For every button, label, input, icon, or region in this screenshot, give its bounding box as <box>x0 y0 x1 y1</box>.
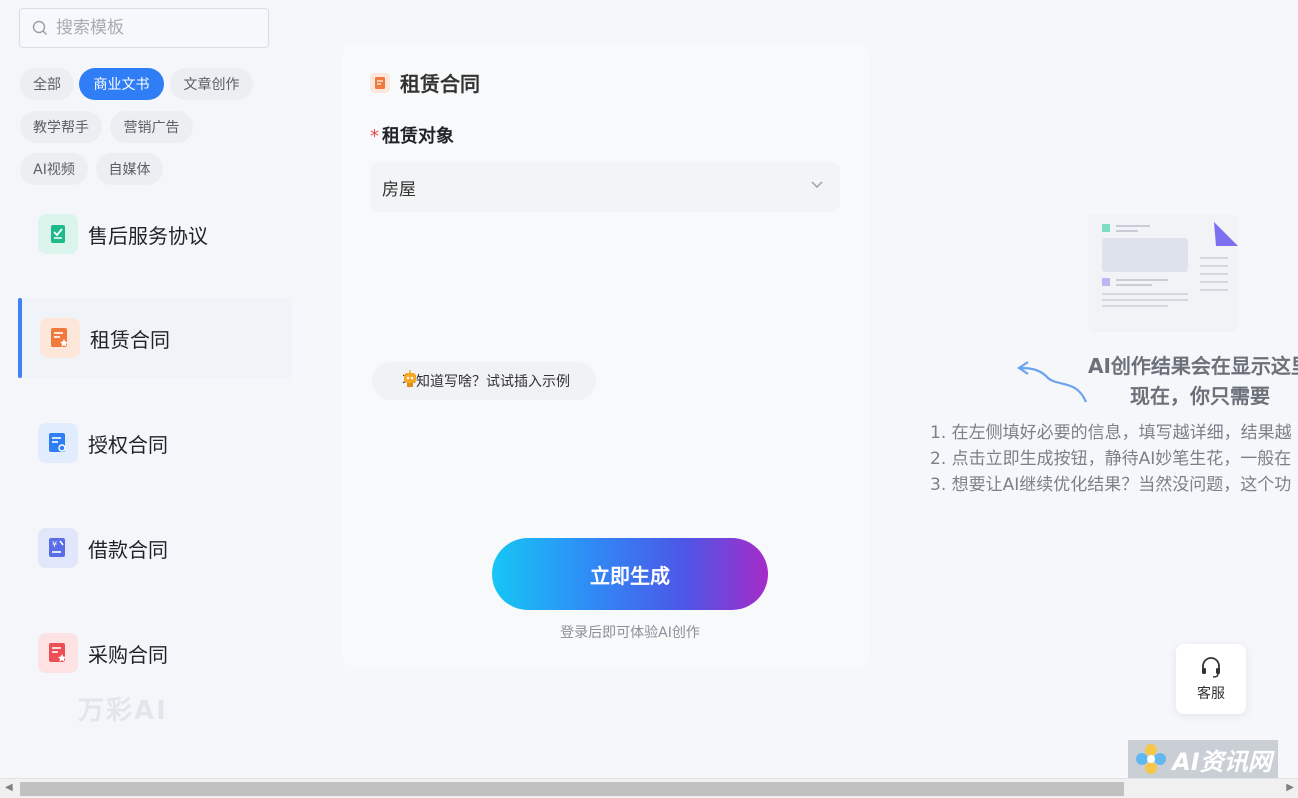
search-box[interactable] <box>19 8 269 48</box>
category-chip-teaching[interactable]: 教学帮手 <box>20 111 102 143</box>
hint-text: 不知道写啥？试试插入示例 <box>402 374 570 390</box>
category-chip-ai-video[interactable]: AI视频 <box>20 153 88 185</box>
template-label: 采购合同 <box>88 642 168 667</box>
search-input[interactable] <box>56 18 256 38</box>
result-placeholder-subtitle: 现在，你只需要 <box>1130 384 1270 408</box>
search-icon <box>32 20 47 35</box>
template-label: 借款合同 <box>88 537 168 562</box>
horizontal-scrollbar[interactable]: ◀ ▶ <box>0 778 1298 798</box>
document-check-icon <box>38 214 78 254</box>
curved-arrow-icon <box>1017 361 1088 403</box>
insert-example-button[interactable]: 不知道写啥？试试插入示例 <box>372 362 596 400</box>
field-label-text: 租赁对象 <box>382 126 454 147</box>
watermark-logo: AI资讯网 <box>1128 740 1278 778</box>
template-label: 售后服务协议 <box>88 223 208 248</box>
document-star-icon <box>38 633 78 673</box>
headset-icon <box>1202 657 1220 678</box>
category-chip-all[interactable]: 全部 <box>20 68 74 100</box>
template-item[interactable]: ¥ 借款合同 <box>20 508 292 588</box>
generate-button[interactable]: 立即生成 <box>492 538 768 610</box>
result-placeholder-title: AI创作结果会在显示这里 <box>1088 354 1298 378</box>
robot-icon <box>404 370 416 387</box>
instruction-step: 2. 点击立即生成按钮，静待AI妙笔生花，一般在 <box>930 449 1292 469</box>
flower-icon <box>1136 744 1167 774</box>
category-chip-business[interactable]: 商业文书 <box>79 68 164 100</box>
chevron-down-icon <box>811 181 823 188</box>
template-item-active[interactable]: 租赁合同 <box>18 298 292 378</box>
template-label: 授权合同 <box>88 432 168 457</box>
document-illustration-icon <box>1088 214 1238 332</box>
watermark-text: AI资讯网 <box>1172 747 1272 776</box>
customer-service-label: 客服 <box>1197 686 1225 702</box>
form-card: 租赁合同 * 租赁对象 房屋 不知道写啥？试试插入示例 立即生成 登录后即可体验A… <box>342 42 870 668</box>
category-chip-marketing[interactable]: 营销广告 <box>110 111 193 143</box>
form-title-text: 租赁合同 <box>400 72 480 96</box>
login-tip: 登录后即可体验AI创作 <box>560 625 700 641</box>
document-yen-icon: ¥ <box>38 528 78 568</box>
category-chip-writing[interactable]: 文章创作 <box>170 68 253 100</box>
template-item[interactable]: 授权合同 <box>20 403 292 483</box>
rental-object-select[interactable]: 房屋 <box>370 162 840 212</box>
svg-text:¥: ¥ <box>52 540 57 549</box>
scrollbar-thumb[interactable] <box>20 782 1124 796</box>
select-value: 房屋 <box>382 179 416 200</box>
document-icon <box>370 72 390 93</box>
form-title: 租赁合同 <box>370 68 480 97</box>
template-item[interactable]: 采购合同 <box>20 613 292 693</box>
scroll-left-icon[interactable]: ◀ <box>5 782 13 793</box>
instruction-step: 3. 想要让AI继续优化结果？当然没问题，这个功 <box>930 475 1292 495</box>
sidebar: 全部 商业文书 文章创作 教学帮手 营销广告 AI视频 自媒体 售后服务协议 租… <box>0 0 292 778</box>
customer-service-button[interactable]: 客服 <box>1176 644 1246 714</box>
field-label: * 租赁对象 <box>370 122 454 148</box>
instruction-steps: 1. 在左侧填好必要的信息，填写越详细，结果越 2. 点击立即生成按钮，静待AI… <box>930 420 1292 498</box>
document-gear-icon <box>38 423 78 463</box>
category-chip-self-media[interactable]: 自媒体 <box>96 153 163 185</box>
document-star-icon <box>40 318 80 358</box>
scroll-right-icon[interactable]: ▶ <box>1286 782 1294 793</box>
template-item[interactable]: 售后服务协议 <box>20 194 292 274</box>
required-mark: * <box>370 126 379 147</box>
brand-logo: 万彩AI <box>78 696 168 726</box>
instruction-step: 1. 在左侧填好必要的信息，填写越详细，结果越 <box>930 423 1292 443</box>
template-label: 租赁合同 <box>90 327 170 352</box>
